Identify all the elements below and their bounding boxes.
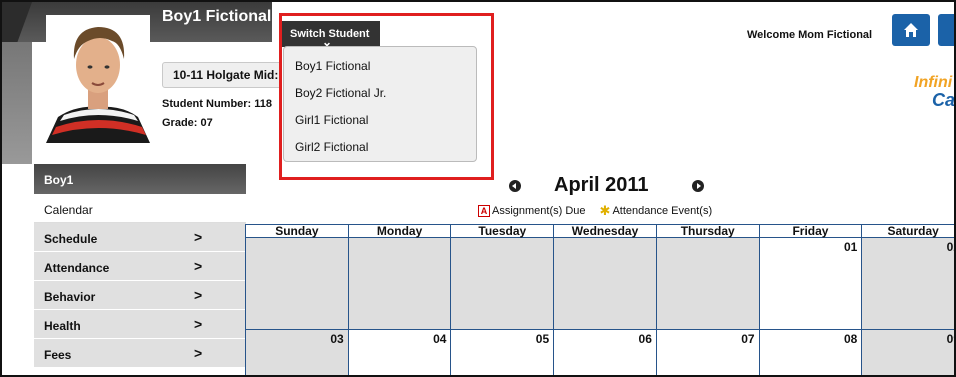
calendar-day[interactable]: 02	[862, 238, 954, 329]
next-month-button[interactable]	[692, 180, 704, 192]
calendar-day[interactable]: 06	[554, 330, 657, 375]
dow-saturday: Saturday	[862, 225, 954, 237]
sidebar-item-label: Fees	[44, 348, 72, 362]
day-number: 07	[741, 332, 755, 346]
day-number: 04	[433, 332, 447, 346]
days-of-week-header: Sunday Monday Tuesday Wednesday Thursday…	[246, 224, 954, 238]
assignment-icon: A	[478, 205, 490, 217]
day-number: 09	[946, 332, 954, 346]
sidebar-item-label: Calendar	[44, 203, 93, 217]
dow-thursday: Thursday	[657, 225, 760, 237]
school-selector[interactable]: 10-11 Holgate Mid:	[162, 62, 282, 88]
calendar-legend: A Assignment(s) Due ✱ Attendance Event(s…	[478, 203, 713, 218]
calendar-day	[348, 238, 452, 329]
sidebar-item-label: Behavior	[44, 290, 96, 304]
calendar-grid: Sunday Monday Tuesday Wednesday Thursday…	[245, 224, 954, 375]
app-frame: Boy1 Fictional 10-11 Holgate Mid: Studen…	[0, 0, 956, 377]
calendar-day[interactable]: 08	[759, 330, 863, 375]
attendance-event-icon: ✱	[599, 203, 611, 218]
calendar-day[interactable]: 05	[451, 330, 555, 375]
day-number: 01	[843, 240, 858, 254]
home-button[interactable]	[892, 14, 930, 46]
chevron-right-icon: >	[194, 345, 203, 361]
student-grade: Grade: 07	[162, 117, 213, 129]
header-menu-button[interactable]	[938, 14, 954, 46]
day-number: 05	[535, 332, 550, 346]
student-name: Boy1 Fictional	[162, 8, 272, 25]
dow-wednesday: Wednesday	[554, 225, 657, 237]
dow-sunday: Sunday	[246, 225, 349, 237]
chevron-right-icon: >	[194, 258, 203, 274]
calendar-day[interactable]: 09	[862, 330, 954, 375]
chevron-right-icon: >	[194, 287, 203, 303]
calendar-day[interactable]: 03	[246, 330, 349, 375]
sidebar-item-health[interactable]: Health >	[34, 310, 246, 339]
dow-monday: Monday	[349, 225, 452, 237]
day-number: 02	[946, 240, 954, 254]
sidebar-nav: Calendar Schedule > Attendance > Behavio…	[34, 194, 246, 368]
chevron-right-icon: >	[194, 316, 203, 332]
sidebar-item-label: Schedule	[44, 232, 98, 246]
dow-tuesday: Tuesday	[451, 225, 555, 237]
legend-assignments: Assignment(s) Due	[492, 205, 586, 217]
dow-friday: Friday	[760, 225, 863, 237]
sidebar-item-schedule[interactable]: Schedule >	[34, 223, 246, 252]
calendar-day	[554, 238, 657, 329]
calendar-day[interactable]: 07	[656, 330, 760, 375]
day-number: 06	[638, 332, 652, 346]
prev-month-button[interactable]	[509, 180, 521, 192]
home-icon	[904, 23, 918, 37]
chevron-right-icon: >	[194, 229, 203, 245]
calendar-day[interactable]: 04	[348, 330, 452, 375]
sidebar-item-calendar[interactable]: Calendar	[34, 194, 246, 223]
calendar-day	[246, 238, 349, 329]
sidebar-item-fees[interactable]: Fees >	[34, 339, 246, 368]
calendar-week: 01 02	[246, 238, 954, 330]
sidebar-heading: Boy1	[34, 164, 246, 194]
legend-attendance: Attendance Event(s)	[612, 205, 713, 217]
annotation-highlight-box	[279, 13, 494, 180]
calendar-day	[451, 238, 555, 329]
sidebar-item-label: Health	[44, 319, 81, 333]
day-number: 08	[843, 332, 858, 346]
sidebar-item-label: Attendance	[44, 261, 110, 275]
sidebar-item-attendance[interactable]: Attendance >	[34, 252, 246, 281]
calendar-day[interactable]: 01	[759, 238, 863, 329]
calendar-week: 03 04 05 06 07 08 09	[246, 330, 954, 375]
welcome-message: Welcome Mom Fictional	[747, 29, 873, 41]
day-number: 03	[330, 332, 344, 346]
student-number: Student Number: 118	[162, 98, 273, 110]
calendar-month-title: April 2011	[554, 174, 649, 196]
calendar-day	[656, 238, 760, 329]
logo-text-bottom: Ca	[932, 90, 956, 110]
header-left-panel	[2, 42, 32, 164]
sidebar-item-behavior[interactable]: Behavior >	[34, 281, 246, 310]
student-photo	[46, 15, 150, 143]
